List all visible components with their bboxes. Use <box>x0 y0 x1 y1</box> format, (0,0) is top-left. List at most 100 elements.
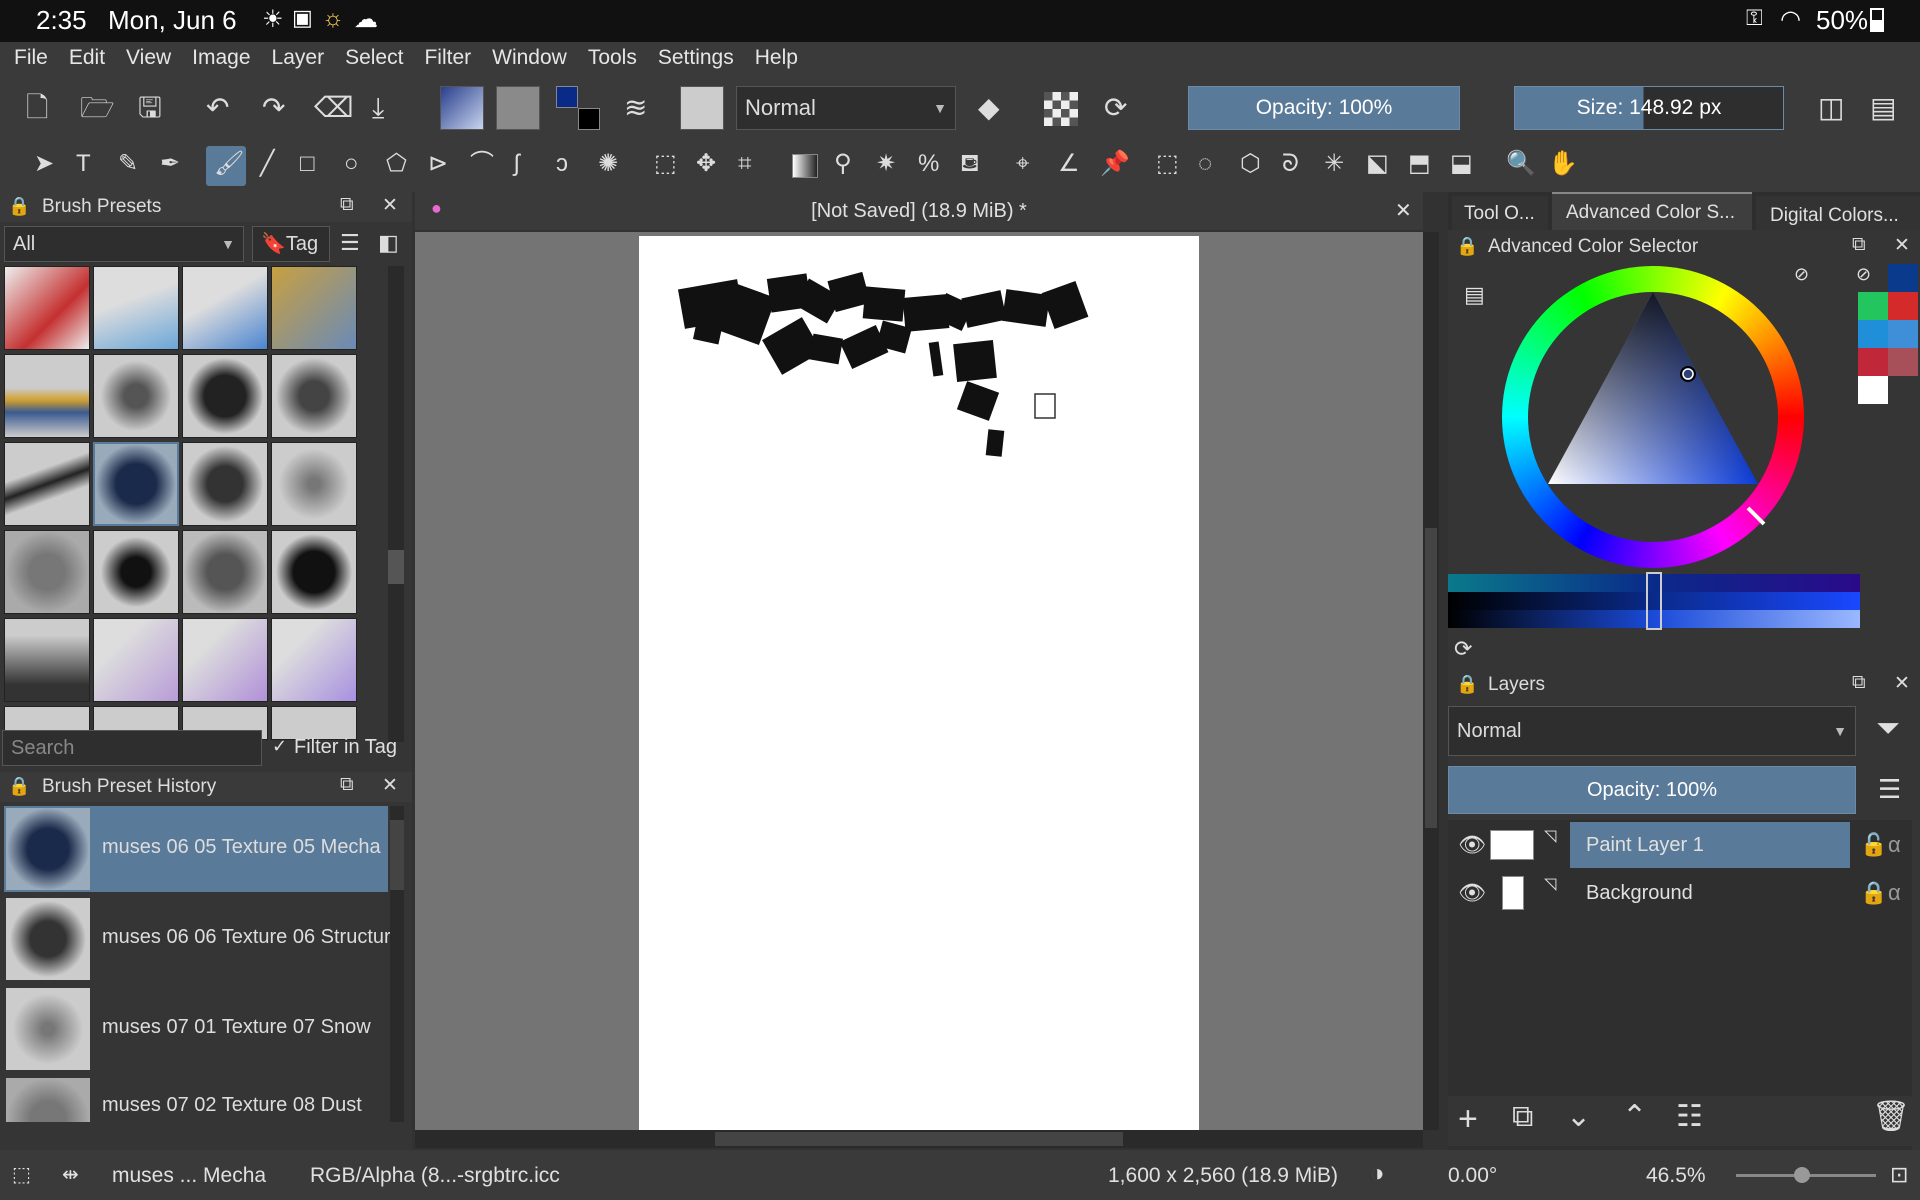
canvas-page[interactable] <box>639 236 1199 1130</box>
opacity-slider[interactable]: Opacity: 100% <box>1188 86 1460 130</box>
tab-tool-options[interactable]: Tool O... <box>1452 196 1548 230</box>
brush-preset-button[interactable] <box>680 86 724 130</box>
color-triangle[interactable] <box>1502 266 1804 568</box>
bezier-tool-icon[interactable]: ⌒ <box>470 152 494 176</box>
crop-tool-icon[interactable]: ⌗ <box>738 152 752 176</box>
scrollbar-thumb[interactable] <box>390 820 404 890</box>
eye-icon[interactable]: 👁 <box>1458 880 1486 906</box>
blend-mode-select[interactable]: Normal ▼ <box>736 86 956 130</box>
dynamic-brush-icon[interactable]: ↄ <box>556 152 568 176</box>
line-tool-icon[interactable]: ╱ <box>260 152 274 176</box>
eye-icon[interactable]: 👁 <box>1458 832 1486 858</box>
close-icon[interactable]: ✕ <box>1894 672 1910 695</box>
size-slider[interactable]: Size: 148.92 px <box>1514 86 1784 130</box>
document-tab[interactable]: ● [Not Saved] (18.9 MiB) * ✕ <box>415 192 1423 230</box>
undo-icon[interactable]: ↶ <box>206 94 229 122</box>
brush-preset[interactable] <box>271 706 357 740</box>
filter-icon[interactable]: ⏷ <box>1876 712 1900 746</box>
fill-multiplier-icon[interactable]: % <box>918 152 939 176</box>
brush-search-input[interactable]: Search <box>2 730 262 766</box>
freehand-select-icon[interactable]: ᘐ <box>1282 152 1299 176</box>
scrollbar-thumb[interactable] <box>1425 528 1437 828</box>
layer-name-highlight[interactable]: Paint Layer 1 <box>1570 822 1850 868</box>
canvas-viewport[interactable] <box>415 232 1423 1130</box>
color-swatch[interactable] <box>1888 320 1918 348</box>
no-color-icon[interactable]: ⊘ <box>1856 264 1886 292</box>
alpha-icon[interactable]: α <box>1888 880 1901 906</box>
rotation-value[interactable]: 0.00° <box>1448 1164 1497 1188</box>
canvas-v-scrollbar[interactable] <box>1423 232 1439 1130</box>
brush-preset[interactable] <box>271 354 357 438</box>
close-icon[interactable]: ✕ <box>382 774 398 797</box>
float-icon[interactable]: ⧉ <box>340 194 354 216</box>
menu-window[interactable]: Window <box>478 42 574 70</box>
hue-ring[interactable] <box>1502 266 1804 568</box>
tag-button[interactable]: 🔖Tag <box>252 226 330 262</box>
move-tool-icon[interactable]: ✥ <box>696 152 716 176</box>
text-tool-icon[interactable]: T <box>76 152 91 176</box>
history-item[interactable]: muses 06 06 Texture 06 Structure <box>4 896 392 982</box>
reload-icon[interactable]: ⟳ <box>1104 94 1127 122</box>
mirror-icon[interactable]: ◫ <box>1818 94 1844 122</box>
history-item[interactable]: muses 06 05 Texture 05 Mecha <box>4 806 388 892</box>
brush-preset[interactable] <box>271 266 357 350</box>
delete-layer-icon[interactable]: 🗑 <box>1872 1102 1910 1132</box>
calligraphy-icon[interactable]: ✒ <box>160 152 180 176</box>
zoom-value[interactable]: 46.5% <box>1646 1164 1706 1188</box>
pattern-selector[interactable] <box>496 86 540 130</box>
close-icon[interactable]: ✕ <box>1395 198 1412 223</box>
rotation-icon[interactable]: ◑ <box>1370 1160 1385 1188</box>
brush-preset[interactable] <box>182 442 268 526</box>
color-picker-icon[interactable]: ⚲ <box>834 152 852 176</box>
menu-filter[interactable]: Filter <box>410 42 478 70</box>
alpha-icon[interactable]: α <box>1888 832 1901 858</box>
magnetic-select-icon[interactable]: ⬓ <box>1450 152 1473 176</box>
selection-icon[interactable]: ⬚ <box>12 1162 31 1187</box>
color-swatch[interactable] <box>1858 292 1888 320</box>
gradient-selector[interactable] <box>440 86 484 130</box>
fit-screen-icon[interactable]: ⊡ <box>1890 1162 1908 1188</box>
brush-preset[interactable] <box>4 618 90 702</box>
multibrush-icon[interactable]: ✺ <box>598 152 618 176</box>
lock-icon[interactable]: 🔒 <box>8 776 30 797</box>
eraser-icon[interactable]: ◆ <box>978 94 1000 122</box>
color-space[interactable]: RGB/Alpha (8...-srgbtrc.icc <box>310 1164 560 1188</box>
move-down-icon[interactable]: ⌄ <box>1566 1102 1591 1132</box>
brush-preset[interactable] <box>182 354 268 438</box>
add-layer-icon[interactable]: + <box>1458 1102 1478 1136</box>
brush-preset-selected[interactable] <box>93 442 179 526</box>
brush-preset[interactable] <box>4 354 90 438</box>
polygon-tool-icon[interactable]: ⬠ <box>386 152 407 176</box>
brush-preset[interactable] <box>271 530 357 614</box>
float-icon[interactable]: ⧉ <box>1852 672 1866 694</box>
float-icon[interactable]: ⧉ <box>340 774 354 796</box>
brush-grid-scrollbar[interactable] <box>388 266 404 742</box>
assistant-tool-icon[interactable]: ⌖ <box>1016 152 1030 176</box>
color-swatch[interactable] <box>1888 348 1918 376</box>
ellipse-tool-icon[interactable]: ○ <box>344 152 359 176</box>
redo-icon[interactable]: ↷ <box>262 94 285 122</box>
open-folder-icon[interactable]: 🗁 <box>80 94 115 122</box>
pan-tool-icon[interactable]: ✋ <box>1548 152 1578 176</box>
similar-select-icon[interactable]: ⬕ <box>1366 152 1389 176</box>
tab-digital-colors[interactable]: Digital Colors... <box>1756 196 1920 230</box>
menu-icon[interactable]: ☰ <box>1878 774 1901 805</box>
lock-icon[interactable]: 🔒 <box>1456 236 1478 257</box>
float-icon[interactable]: ⧉ <box>1852 234 1866 256</box>
close-icon[interactable]: ✕ <box>382 194 398 217</box>
layer-properties-icon[interactable]: ☷ <box>1676 1102 1703 1132</box>
settings-list-icon[interactable]: ▤ <box>1464 282 1485 308</box>
polygon-select-icon[interactable]: ⬡ <box>1240 152 1261 176</box>
brush-preset[interactable] <box>182 618 268 702</box>
move-up-icon[interactable]: ⌃ <box>1622 1102 1647 1132</box>
slider-handle[interactable] <box>1646 572 1662 630</box>
history-item[interactable]: muses 07 02 Texture 08 Dust <box>4 1076 388 1122</box>
color-swatch[interactable] <box>1858 376 1888 404</box>
history-scrollbar[interactable] <box>390 806 404 1122</box>
select-shapes-icon[interactable]: ➤ <box>34 152 54 176</box>
fill-tool-icon[interactable]: ⛾ <box>960 152 980 176</box>
brush-preset[interactable] <box>93 266 179 350</box>
refresh-icon[interactable]: ⟳ <box>1454 636 1472 662</box>
color-swatch[interactable] <box>1888 264 1918 292</box>
layer-row-paint[interactable]: 👁 ◹ Paint Layer 1 🔓 α <box>1448 822 1912 868</box>
